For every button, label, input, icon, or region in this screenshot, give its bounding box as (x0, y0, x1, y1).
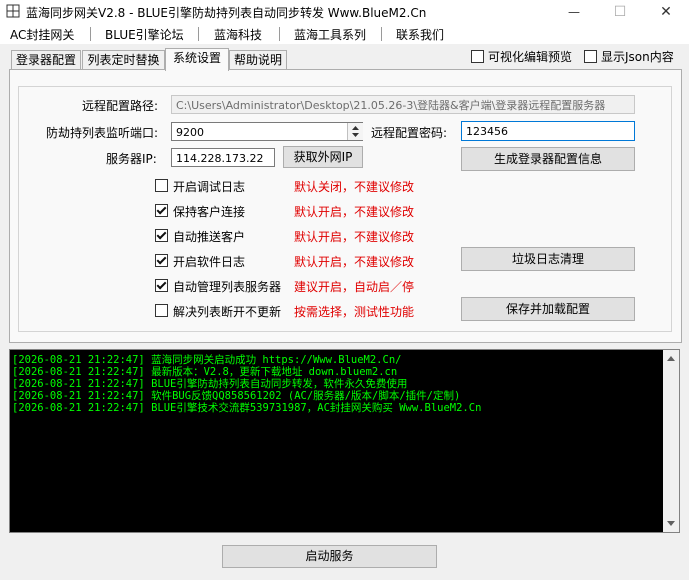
setting-label: 自动推送客户 (173, 230, 246, 244)
menu-divider (90, 27, 91, 41)
menu-lanhai-tech[interactable]: 蓝海科技 (214, 26, 262, 43)
menu-contact-us[interactable]: 联系我们 (396, 26, 444, 43)
start-service-button[interactable]: 启动服务 (222, 545, 437, 568)
tab-login-config[interactable]: 登录器配置 (11, 50, 81, 70)
server-ip-label: 服务器IP: (106, 152, 157, 166)
visual-edit-checkbox[interactable] (471, 50, 484, 63)
log-line: [2026-08-21 21:22:47] BLUE引擎技术交流群5397319… (12, 402, 482, 414)
close-button[interactable]: ✕ (643, 0, 689, 24)
menu-divider (198, 27, 199, 41)
setting-note: 默认关闭，不建议修改 (294, 180, 415, 194)
menu-divider (381, 27, 382, 41)
setting-note: 默认开启，不建议修改 (294, 255, 415, 269)
maximize-button[interactable]: ☐ (597, 0, 643, 24)
menu-ac-gateway[interactable]: AC封挂网关 (10, 26, 74, 43)
scroll-arrows-icon (667, 356, 675, 526)
show-json-checkbox[interactable] (584, 50, 597, 63)
setting-note: 按需选择，测试性功能 (294, 305, 415, 319)
setting-note: 默认开启，不建议修改 (294, 205, 415, 219)
debug-log-checkbox[interactable] (155, 179, 168, 192)
tab-help[interactable]: 帮助说明 (229, 50, 287, 70)
setting-label: 解决列表断开不更新 (173, 305, 282, 319)
tab-system-settings[interactable]: 系统设置 (165, 48, 229, 71)
menu-tool-series[interactable]: 蓝海工具系列 (294, 26, 366, 43)
server-ip-field[interactable]: 114.228.173.22 (171, 148, 275, 167)
auto-manage-server-checkbox[interactable] (155, 279, 168, 292)
app-icon (6, 4, 20, 18)
remote-path-field[interactable]: C:\Users\Administrator\Desktop\21.05.26-… (171, 95, 635, 114)
port-spinner[interactable] (347, 123, 363, 140)
remote-path-label: 远程配置路径: (82, 99, 159, 113)
setting-label: 保持客户连接 (173, 205, 246, 219)
remote-password-label: 远程配置密码: (371, 126, 448, 140)
port-stepper[interactable]: 9200 (171, 122, 363, 141)
setting-label: 自动管理列表服务器 (173, 280, 282, 294)
keep-connection-checkbox[interactable] (155, 204, 168, 217)
setting-note: 建议开启，自动启／停 (294, 280, 415, 294)
get-external-ip-button[interactable]: 获取外网IP (283, 146, 363, 168)
auto-push-checkbox[interactable] (155, 229, 168, 242)
software-log-checkbox[interactable] (155, 254, 168, 267)
maximize-icon: ☐ (613, 4, 627, 20)
generate-config-button[interactable]: 生成登录器配置信息 (461, 147, 635, 171)
log-scrollbar[interactable] (663, 350, 679, 532)
menu-divider (279, 27, 280, 41)
setting-label: 开启调试日志 (173, 180, 246, 194)
window-title: 蓝海同步网关V2.8 - BLUE引擎防劫持列表自动同步转发 Www.BlueM… (26, 6, 427, 20)
save-reload-button[interactable]: 保存并加载配置 (461, 297, 635, 321)
minimize-button[interactable]: — (551, 0, 597, 24)
minimize-icon: — (568, 5, 580, 19)
tab-list-schedule[interactable]: 列表定时替换 (82, 50, 165, 70)
setting-note: 默认开启，不建议修改 (294, 230, 415, 244)
fix-list-disconnect-checkbox[interactable] (155, 304, 168, 317)
spinner-arrows-icon (352, 126, 359, 137)
port-label: 防劫持列表监听端口: (46, 126, 159, 140)
show-json-label: 显示Json内容 (601, 50, 674, 64)
remote-password-field[interactable]: 123456 (461, 121, 635, 141)
close-icon: ✕ (660, 4, 672, 20)
visual-edit-label: 可视化编辑预览 (488, 50, 573, 64)
setting-label: 开启软件日志 (173, 255, 246, 269)
menu-blue-forum[interactable]: BLUE引擎论坛 (105, 26, 184, 43)
clean-log-button[interactable]: 垃圾日志清理 (461, 247, 635, 271)
